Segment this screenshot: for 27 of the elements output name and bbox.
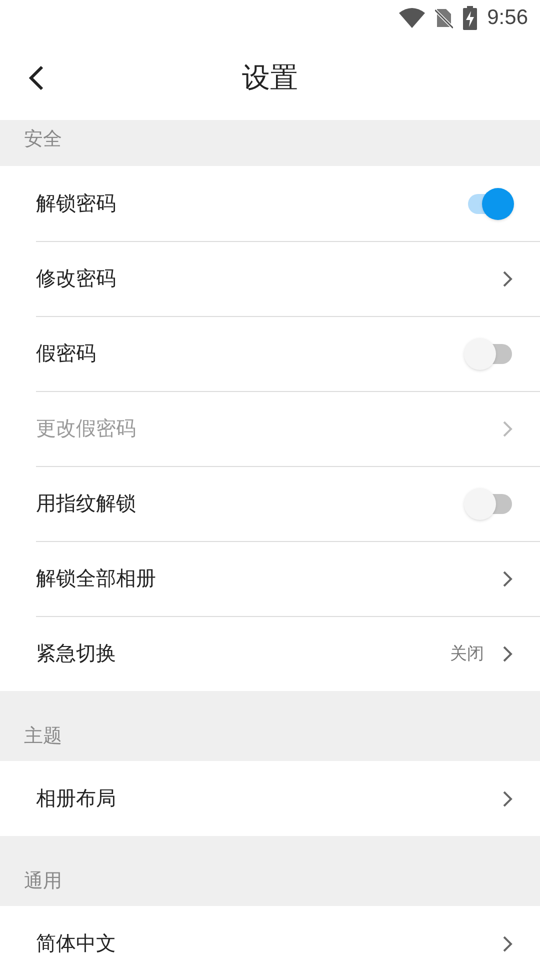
row-label: 紧急切换 <box>36 644 117 664</box>
toggle-switch[interactable] <box>464 488 514 520</box>
toggle-switch[interactable] <box>464 338 514 370</box>
chevron-right-icon <box>502 270 514 288</box>
chevron-right-icon <box>502 570 514 588</box>
row-label: 解锁全部相册 <box>36 568 157 588</box>
chevron-right-icon <box>502 644 514 662</box>
page-title: 设置 <box>242 61 298 95</box>
status-time: 9:56 <box>487 5 528 32</box>
row-label: 更改假密码 <box>36 418 137 438</box>
chevron-right-icon <box>502 790 514 808</box>
row-value: 关闭 <box>450 642 484 665</box>
row-label: 相册布局 <box>36 788 117 808</box>
chevron-right-icon <box>502 934 514 952</box>
section-title: 主题 <box>24 724 62 748</box>
row-label: 用指纹解锁 <box>36 494 137 514</box>
wifi-icon <box>399 8 426 28</box>
row-label: 修改密码 <box>36 268 117 288</box>
row-label: 解锁密码 <box>36 194 117 214</box>
chevron-right-icon <box>502 420 514 438</box>
section-title: 安全 <box>24 128 62 152</box>
section-title: 通用 <box>24 870 62 894</box>
battery-charging-icon <box>463 6 478 30</box>
no-sim-icon <box>435 7 454 29</box>
row-label: 简体中文 <box>36 934 117 954</box>
row-label: 假密码 <box>36 344 97 364</box>
back-icon <box>28 65 44 91</box>
